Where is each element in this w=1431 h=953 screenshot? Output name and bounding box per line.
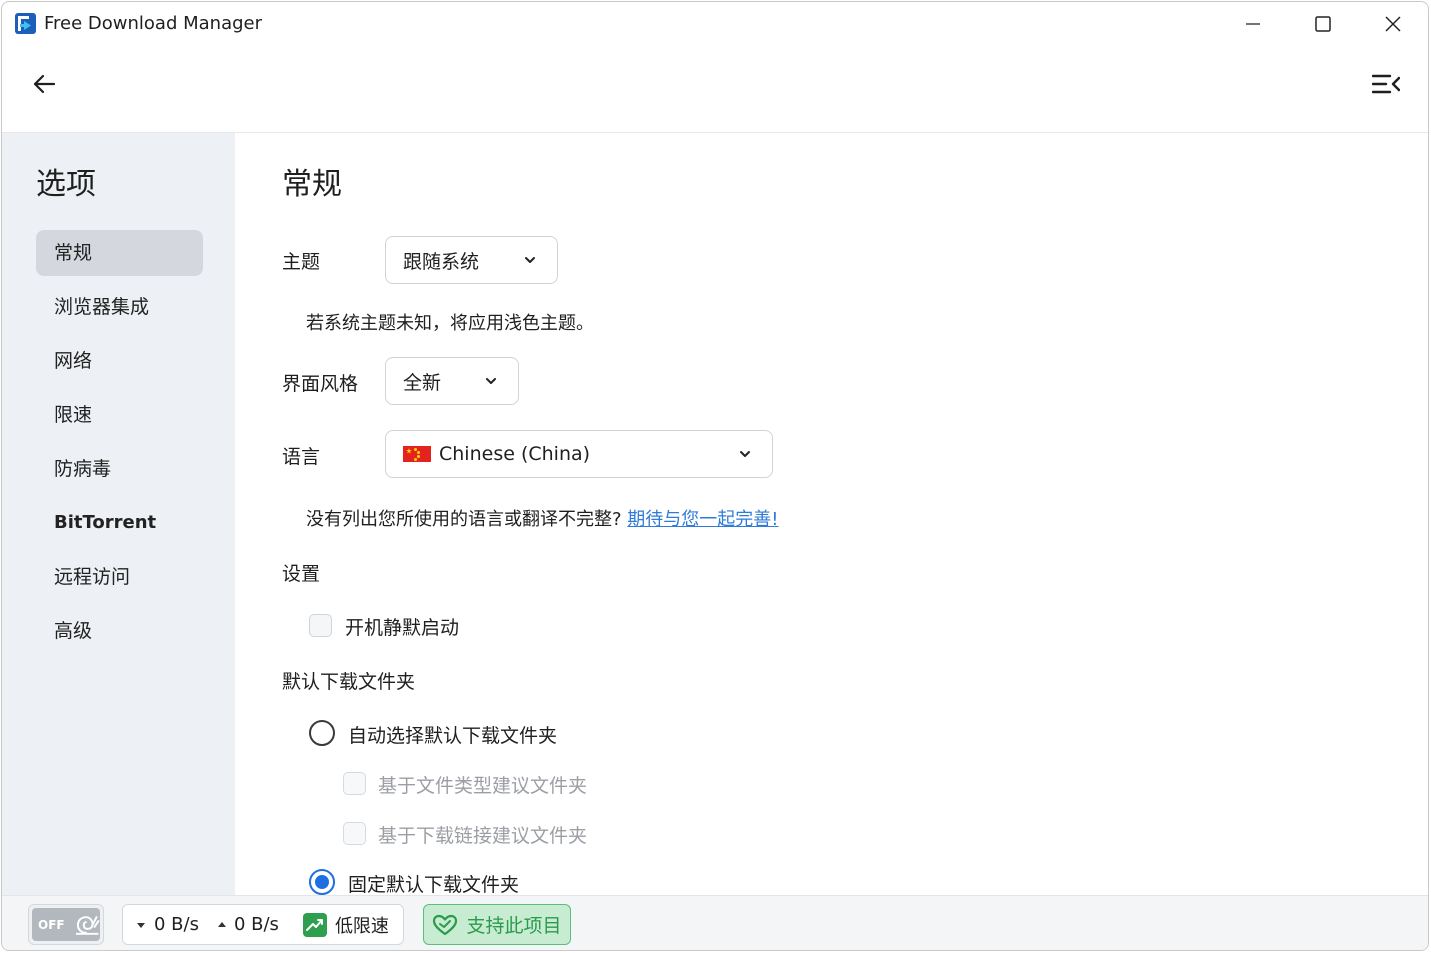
download-speed: 0 B/s bbox=[136, 914, 199, 935]
suggest-by-link-checkbox[interactable] bbox=[343, 822, 366, 845]
heart-handshake-icon bbox=[433, 914, 458, 935]
upload-speed: 0 B/s bbox=[217, 914, 279, 935]
theme-select-value: 跟随系统 bbox=[403, 250, 480, 273]
toggle-track: OFF bbox=[32, 908, 100, 941]
theme-label: 主题 bbox=[282, 251, 321, 273]
window-title: Free Download Manager bbox=[44, 13, 263, 34]
style-select[interactable]: 全新 bbox=[385, 357, 519, 405]
sidebar-title: 选项 bbox=[36, 167, 96, 202]
chevron-down-icon bbox=[486, 378, 496, 384]
fdm-logo-icon bbox=[15, 13, 36, 34]
app-window: Free Download Manager 选项 常规 浏览器集成 网络 限速 … bbox=[1, 1, 1429, 951]
toggle-off-text: OFF bbox=[38, 917, 65, 932]
close-button[interactable] bbox=[1370, 8, 1416, 40]
fixed-folder-label: 固定默认下载文件夹 bbox=[348, 874, 520, 896]
default-folder-label: 默认下载文件夹 bbox=[282, 671, 416, 693]
style-label: 界面风格 bbox=[282, 373, 359, 395]
support-project-label: 支持此项目 bbox=[466, 915, 562, 937]
page-title: 常规 bbox=[282, 167, 342, 202]
sidebar-item-speed-limit[interactable]: 限速 bbox=[36, 392, 203, 438]
download-speed-value: 0 B/s bbox=[154, 914, 199, 935]
sidebar-item-general[interactable]: 常规 bbox=[36, 230, 203, 276]
menu-collapse-icon bbox=[1372, 74, 1400, 94]
speed-mode-label: 低限速 bbox=[334, 915, 389, 937]
close-icon bbox=[1385, 16, 1401, 32]
speed-indicator[interactable]: 0 B/s 0 B/s 低限速 bbox=[122, 904, 404, 945]
upload-arrow-icon bbox=[217, 921, 226, 927]
sidebar-item-bittorrent[interactable]: BitTorrent bbox=[36, 500, 203, 546]
sidebar: 选项 常规 浏览器集成 网络 限速 防病毒 BitTorrent 远程访问 高级 bbox=[2, 133, 235, 895]
sidebar-item-browser-integration[interactable]: 浏览器集成 bbox=[36, 284, 203, 330]
china-flag-icon bbox=[403, 446, 431, 462]
minimize-icon bbox=[1246, 23, 1260, 25]
language-select-value: Chinese (China) bbox=[439, 443, 591, 465]
silent-start-label: 开机静默启动 bbox=[345, 617, 460, 639]
back-button[interactable] bbox=[28, 68, 60, 100]
toolbar bbox=[2, 46, 1428, 133]
chevron-down-icon bbox=[525, 257, 535, 263]
theme-select[interactable]: 跟随系统 bbox=[385, 236, 558, 284]
menu-button[interactable] bbox=[1368, 68, 1404, 100]
suggest-by-type-checkbox[interactable] bbox=[343, 772, 366, 795]
trend-up-icon bbox=[302, 912, 327, 937]
maximize-icon bbox=[1315, 16, 1331, 32]
sidebar-item-antivirus[interactable]: 防病毒 bbox=[36, 446, 203, 492]
snail-mode-toggle[interactable]: OFF bbox=[28, 904, 104, 945]
sidebar-item-remote-access[interactable]: 远程访问 bbox=[36, 554, 203, 600]
arrow-left-icon bbox=[33, 74, 56, 94]
minimize-button[interactable] bbox=[1230, 8, 1276, 40]
suggest-by-link-label: 基于下载链接建议文件夹 bbox=[378, 825, 588, 847]
language-hint-text: 没有列出您所使用的语言或翻译不完整? bbox=[306, 509, 622, 530]
title-bar: Free Download Manager bbox=[2, 2, 1428, 46]
fixed-folder-radio[interactable] bbox=[309, 869, 335, 895]
maximize-button[interactable] bbox=[1300, 8, 1346, 40]
language-select[interactable]: Chinese (China) bbox=[385, 430, 773, 478]
translation-help-link[interactable]: 期待与您一起完善! bbox=[627, 509, 778, 530]
theme-hint: 若系统主题未知，将应用浅色主题。 bbox=[306, 313, 594, 334]
auto-folder-label: 自动选择默认下载文件夹 bbox=[348, 725, 558, 747]
support-project-button[interactable]: 支持此项目 bbox=[423, 904, 571, 945]
language-label: 语言 bbox=[282, 446, 321, 468]
speed-mode: 低限速 bbox=[302, 912, 389, 938]
chevron-down-icon bbox=[740, 451, 750, 457]
download-arrow-icon bbox=[137, 922, 145, 928]
suggest-by-type-label: 基于文件类型建议文件夹 bbox=[378, 775, 588, 797]
style-select-value: 全新 bbox=[403, 371, 442, 394]
status-bar: OFF 0 B/s 0 B/s 低限速 支持此项目 bbox=[2, 895, 1428, 950]
settings-panel: 常规 主题 跟随系统 若系统主题未知，将应用浅色主题。 界面风格 全新 语言 C… bbox=[235, 133, 1428, 896]
upload-speed-value: 0 B/s bbox=[233, 914, 279, 935]
snail-icon bbox=[75, 915, 100, 935]
settings-label: 设置 bbox=[282, 563, 321, 585]
sidebar-item-network[interactable]: 网络 bbox=[36, 338, 203, 384]
silent-start-checkbox[interactable] bbox=[309, 614, 332, 637]
language-hint: 没有列出您所使用的语言或翻译不完整? 期待与您一起完善! bbox=[306, 505, 779, 531]
sidebar-item-advanced[interactable]: 高级 bbox=[36, 608, 203, 654]
auto-folder-radio[interactable] bbox=[309, 720, 335, 746]
